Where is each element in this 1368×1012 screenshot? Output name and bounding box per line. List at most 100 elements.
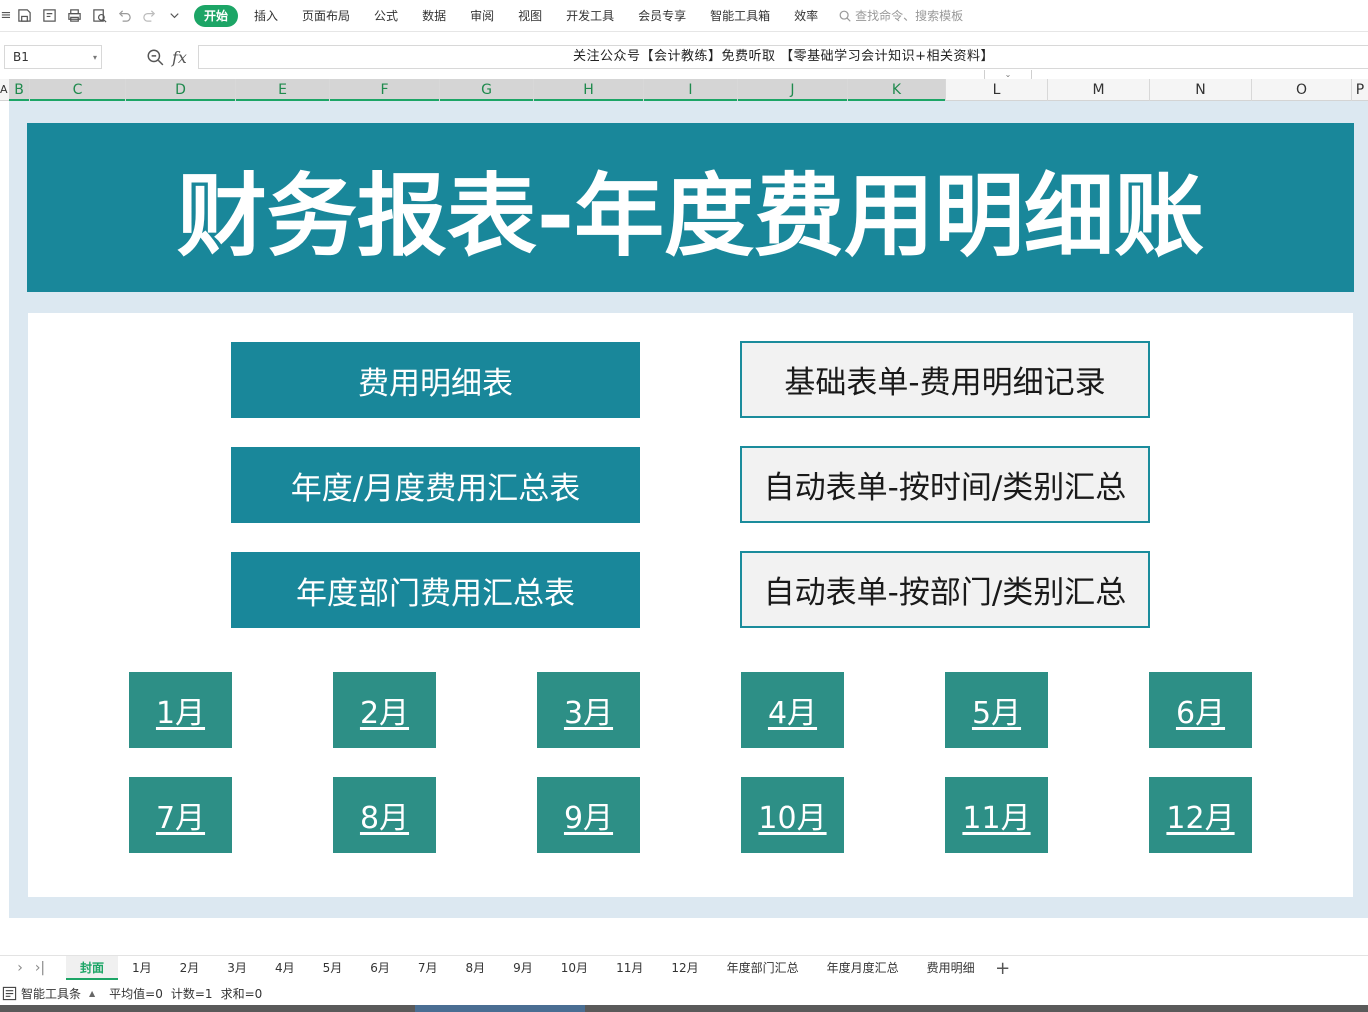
column-header-a[interactable]: A [0,79,9,101]
formula-bar: B1 ▾ fx 关注公众号【会计教练】免费听取 【零基础学习会计知识+相关资料】 [0,42,1368,72]
column-header-f[interactable]: F [330,79,440,101]
sheet-tab-dec[interactable]: 12月 [657,956,712,980]
sheet-tab-jul[interactable]: 7月 [404,956,452,980]
month-button-4[interactable]: 4月 [741,672,844,748]
column-header-h[interactable]: H [534,79,644,101]
ribbon-tabs: 开始 插入 页面布局 公式 数据 审阅 视图 开发工具 会员专享 智能工具箱 效… [194,4,830,27]
menu-tab-view[interactable]: 视图 [506,5,554,27]
redo-icon[interactable] [138,5,160,27]
month-button-9[interactable]: 9月 [537,777,640,853]
taskbar-highlight [415,1005,585,1012]
menu-tab-page-layout[interactable]: 页面布局 [290,5,362,27]
cell-reference: B1 [13,50,29,64]
namebox-dropdown-icon[interactable]: ▾ [93,47,97,69]
sheet-tab-nov[interactable]: 11月 [602,956,657,980]
search-placeholder: 查找命令、搜索模板 [855,9,964,23]
column-header-p[interactable]: P [1352,79,1368,101]
auto-form-by-department-category-button[interactable]: 自动表单-按部门/类别汇总 [740,551,1150,628]
month-button-10[interactable]: 10月 [741,777,844,853]
column-header-m[interactable]: M [1048,79,1150,101]
status-count: 计数=1 [170,986,213,1001]
sheet-tab-jun[interactable]: 6月 [356,956,404,980]
sheet-tab-annual-monthly[interactable]: 年度月度汇总 [813,956,913,980]
column-header-g[interactable]: G [440,79,534,101]
sheet-tabs: 封面 1月 2月 3月 4月 5月 6月 7月 8月 9月 10月 11月 12… [66,956,989,980]
menu-tab-home[interactable]: 开始 [194,4,239,27]
month-button-1[interactable]: 1月 [129,672,232,748]
sheet-canvas[interactable]: 财务报表-年度费用明细账 费用明细表 年度/月度费用汇总表 年度部门费用汇总表 … [9,101,1368,918]
column-header-e[interactable]: E [236,79,330,101]
sheet-tab-sep[interactable]: 9月 [499,956,547,980]
month-button-8[interactable]: 8月 [333,777,436,853]
month-button-3[interactable]: 3月 [537,672,640,748]
formula-input[interactable]: 关注公众号【会计教练】免费听取 【零基础学习会计知识+相关资料】 [198,45,1368,69]
taskbar-strip [0,1005,1368,1012]
basic-form-expense-record-button[interactable]: 基础表单-费用明细记录 [740,341,1150,418]
column-header-b[interactable]: B [9,79,30,101]
menu-tab-efficiency[interactable]: 效率 [782,5,830,27]
status-bar: 智能工具条 ▲ 平均值=0 计数=1 求和=0 [0,981,1368,1005]
menu-tab-data[interactable]: 数据 [410,5,458,27]
search-icon [839,10,851,22]
sheet-tab-may[interactable]: 5月 [309,956,357,980]
sheet-tab-apr[interactable]: 4月 [261,956,309,980]
title-banner: 财务报表-年度费用明细账 [27,123,1354,292]
column-header-k[interactable]: K [848,79,946,101]
print-preview-icon[interactable] [88,5,110,27]
report-title: 财务报表-年度费用明细账 [176,163,1205,269]
status-sum: 求和=0 [220,986,263,1001]
column-header-d[interactable]: D [126,79,236,101]
next-sheet-icon[interactable]: › [10,960,30,976]
sheet-tab-jan[interactable]: 1月 [118,956,166,980]
sheet-tab-annual-department[interactable]: 年度部门汇总 [713,956,813,980]
month-button-7[interactable]: 7月 [129,777,232,853]
status-average: 平均值=0 [109,986,163,1001]
annual-department-summary-button[interactable]: 年度部门费用汇总表 [231,552,640,628]
chevron-up-icon[interactable]: ▲ [89,989,95,998]
sheet-tab-mar[interactable]: 3月 [213,956,261,980]
menu-tab-review[interactable]: 审阅 [458,5,506,27]
menu-tab-member[interactable]: 会员专享 [626,5,698,27]
last-sheet-icon[interactable]: ›| [30,960,50,976]
formula-tools: fx [146,48,187,67]
command-search[interactable]: 查找命令、搜索模板 [838,7,963,24]
undo-icon[interactable] [113,5,135,27]
menu-tab-developer[interactable]: 开发工具 [554,5,626,27]
menu-fragment[interactable]: ≡ [1,5,12,27]
expense-detail-button[interactable]: 费用明细表 [231,342,640,418]
save-icon[interactable] [13,5,35,27]
menu-tab-insert[interactable]: 插入 [242,5,290,27]
chevron-down-icon[interactable] [163,5,185,27]
column-header-i[interactable]: I [644,79,738,101]
month-button-5[interactable]: 5月 [945,672,1048,748]
month-button-2[interactable]: 2月 [333,672,436,748]
ribbon-menu-bar: ≡ 开始 插入 页面布局 公式 数据 审阅 视图 开发工具 会员专享 智能工具箱… [0,0,1368,32]
navigation-panel: 费用明细表 年度/月度费用汇总表 年度部门费用汇总表 基础表单-费用明细记录 自… [28,313,1353,897]
toolbox-icon[interactable] [2,986,17,1001]
column-header-n[interactable]: N [1150,79,1252,101]
insert-function-icon[interactable]: fx [172,48,187,67]
menu-tab-smart-toolbox[interactable]: 智能工具箱 [698,5,782,27]
name-box[interactable]: B1 ▾ [4,45,102,69]
column-header-j[interactable]: J [738,79,848,101]
smart-toolbar-label[interactable]: 智能工具条 [21,985,81,1002]
sheet-tab-feb[interactable]: 2月 [166,956,214,980]
sheet-tab-expense-detail[interactable]: 费用明细 [913,956,989,980]
sheet-tab-cover[interactable]: 封面 [66,956,119,980]
month-button-6[interactable]: 6月 [1149,672,1252,748]
annual-monthly-summary-button[interactable]: 年度/月度费用汇总表 [231,447,640,523]
column-header: A B C D E F G H I J K L M N O P [0,79,1368,102]
menu-tab-formulas[interactable]: 公式 [362,5,410,27]
column-header-c[interactable]: C [30,79,126,101]
column-header-l[interactable]: L [946,79,1048,101]
add-sheet-icon[interactable]: + [993,958,1013,979]
sheet-tab-oct[interactable]: 10月 [547,956,602,980]
auto-form-by-time-category-button[interactable]: 自动表单-按时间/类别汇总 [740,446,1150,523]
sheet-tab-aug[interactable]: 8月 [452,956,500,980]
zoom-icon[interactable] [146,48,164,66]
export-pdf-icon[interactable] [38,5,60,27]
print-icon[interactable] [63,5,85,27]
column-header-o[interactable]: O [1252,79,1352,101]
month-button-11[interactable]: 11月 [945,777,1048,853]
month-button-12[interactable]: 12月 [1149,777,1252,853]
